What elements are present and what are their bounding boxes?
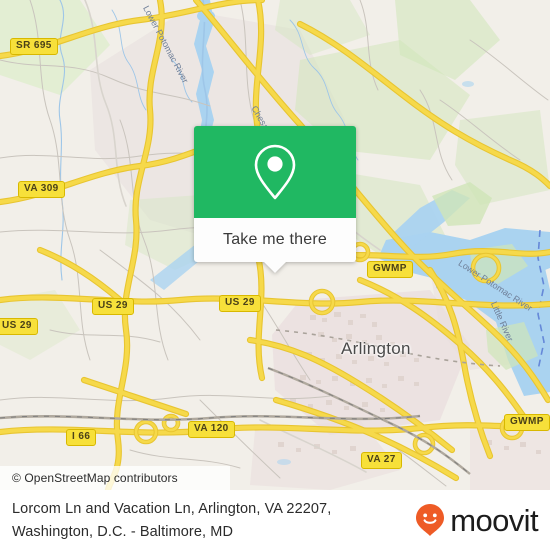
road-shield[interactable]: VA 27 <box>361 452 402 469</box>
take-me-there-card[interactable]: Take me there <box>194 126 356 273</box>
map-screenshot: .w{fill:#aad3f0} .grn{fill:#cfe5b8} .grn… <box>0 0 550 550</box>
footer-bar: Lorcom Ln and Vacation Ln, Arlington, VA… <box>0 490 550 550</box>
card-action-area[interactable]: Take me there <box>194 218 356 273</box>
location-line-1: Lorcom Ln and Vacation Ln, Arlington, VA… <box>12 501 332 517</box>
road-shield[interactable]: US 29 <box>219 295 261 312</box>
road-shield[interactable]: US 29 <box>0 318 38 335</box>
road-shield[interactable]: I 66 <box>66 429 97 446</box>
map-canvas[interactable]: .w{fill:#aad3f0} .grn{fill:#cfe5b8} .grn… <box>0 0 550 490</box>
card-icon-area <box>194 126 356 218</box>
road-shield[interactable]: GWMP <box>367 261 413 278</box>
location-line-2: Washington, D.C. - Baltimore, MD <box>12 524 234 540</box>
road-shield[interactable]: VA 309 <box>18 181 65 198</box>
place-label-arlington: Arlington <box>341 339 411 358</box>
moovit-smiley-pin-icon <box>416 504 445 536</box>
moovit-logo[interactable]: moovit <box>415 502 539 538</box>
road-shield[interactable]: US 29 <box>92 298 134 315</box>
location-description: Lorcom Ln and Vacation Ln, Arlington, VA… <box>12 498 402 544</box>
map-pin-icon <box>254 144 296 200</box>
card-pointer-tail <box>264 262 286 273</box>
moovit-wordmark: moovit <box>450 502 538 538</box>
road-shield[interactable]: SR 695 <box>10 38 58 55</box>
road-shield[interactable]: VA 120 <box>188 421 235 438</box>
map-attribution: © OpenStreetMap contributors <box>0 466 230 490</box>
attribution-text: © OpenStreetMap contributors <box>12 471 178 485</box>
road-shield[interactable]: GWMP <box>504 414 550 431</box>
take-me-there-label: Take me there <box>223 231 327 248</box>
